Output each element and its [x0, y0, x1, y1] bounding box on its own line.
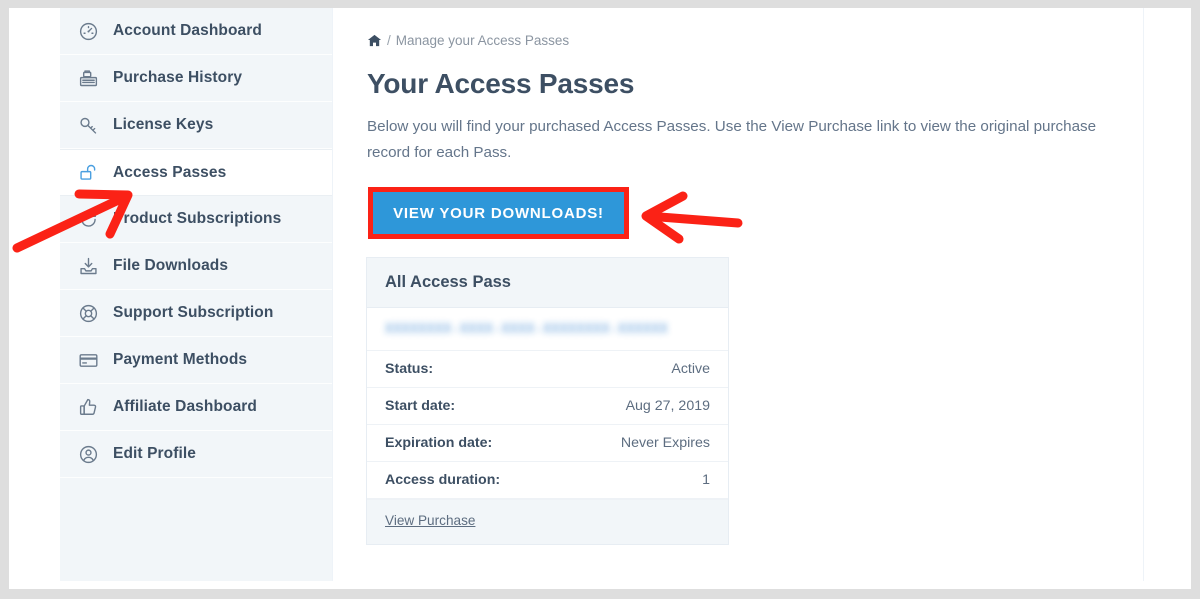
redacted-pass-key: XXXXXXXX-XXXX-XXXX-XXXXXXXX-XXXXXX	[385, 322, 668, 337]
key-icon	[78, 115, 99, 136]
sidebar-item-label: Support Subscription	[113, 304, 273, 322]
pass-detail-row: Access duration: 1	[367, 462, 728, 499]
sidebar-item-label: Purchase History	[113, 69, 242, 87]
access-pass-card-title: All Access Pass	[367, 258, 728, 308]
page-title: Your Access Passes	[367, 68, 1113, 100]
access-pass-detail-rows: Status: Active Start date: Aug 27, 2019 Expi…	[367, 351, 728, 499]
sidebar-item-label: Account Dashboard	[113, 22, 262, 40]
sidebar-item-support-subscription[interactable]: Support Subscription	[60, 290, 332, 337]
intro-paragraph: Below you will find your purchased Acces…	[367, 114, 1107, 166]
pass-detail-value: 1	[702, 472, 710, 488]
sidebar-item-license-keys[interactable]: License Keys	[60, 102, 332, 149]
sidebar-item-label: Product Subscriptions	[113, 210, 281, 228]
sidebar-item-affiliate-dashboard[interactable]: Affiliate Dashboard	[60, 384, 332, 431]
unlock-icon	[78, 162, 99, 183]
sidebar-item-access-passes[interactable]: Access Passes	[60, 149, 332, 196]
breadcrumb-separator: /	[387, 33, 391, 48]
pass-detail-row: Start date: Aug 27, 2019	[367, 388, 728, 425]
pass-detail-key: Access duration:	[385, 472, 500, 488]
sidebar-item-account-dashboard[interactable]: Account Dashboard	[60, 8, 332, 55]
pass-detail-key: Start date:	[385, 398, 455, 414]
screenshot-frame: Account Dashboard Purchase History License…	[0, 0, 1200, 599]
breadcrumb: / Manage your Access Passes	[367, 30, 1113, 50]
refresh-icon	[78, 209, 99, 230]
pass-detail-value: Never Expires	[621, 435, 710, 451]
pass-detail-key: Status:	[385, 361, 433, 377]
sidebar-item-product-subscriptions[interactable]: Product Subscriptions	[60, 196, 332, 243]
downloads-button-highlight-box: VIEW YOUR DOWNLOADS!	[368, 187, 629, 239]
pass-detail-value: Aug 27, 2019	[626, 398, 710, 414]
page-root: Account Dashboard Purchase History License…	[9, 8, 1191, 589]
sidebar-item-label: Access Passes	[113, 164, 226, 182]
sidebar-item-label: License Keys	[113, 116, 213, 134]
account-sidebar: Account Dashboard Purchase History License…	[60, 8, 332, 581]
breadcrumb-current: Manage your Access Passes	[396, 33, 569, 48]
sidebar-item-label: Payment Methods	[113, 351, 247, 369]
access-pass-card: All Access Pass XXXXXXXX-XXXX-XXXX-XXXXX…	[366, 257, 729, 545]
cash-register-icon	[78, 68, 99, 89]
sidebar-item-label: Edit Profile	[113, 445, 196, 463]
gauge-icon	[78, 21, 99, 42]
pass-detail-value: Active	[671, 361, 710, 377]
view-purchase-link[interactable]: View Purchase	[385, 513, 475, 528]
user-circle-icon	[78, 444, 99, 465]
sidebar-item-label: File Downloads	[113, 257, 228, 275]
pass-detail-row: Expiration date: Never Expires	[367, 425, 728, 462]
lifebuoy-icon	[78, 303, 99, 324]
download-icon	[78, 256, 99, 277]
home-icon[interactable]	[367, 33, 382, 48]
access-pass-card-footer: View Purchase	[367, 499, 728, 544]
view-your-downloads-button[interactable]: VIEW YOUR DOWNLOADS!	[373, 192, 624, 234]
sidebar-item-edit-profile[interactable]: Edit Profile	[60, 431, 332, 478]
sidebar-item-purchase-history[interactable]: Purchase History	[60, 55, 332, 102]
credit-card-icon	[78, 350, 99, 371]
pass-detail-row: Status: Active	[367, 351, 728, 388]
access-pass-key-row: XXXXXXXX-XXXX-XXXX-XXXXXXXX-XXXXXX	[367, 308, 728, 351]
sidebar-item-payment-methods[interactable]: Payment Methods	[60, 337, 332, 384]
sidebar-item-label: Affiliate Dashboard	[113, 398, 257, 416]
sidebar-item-file-downloads[interactable]: File Downloads	[60, 243, 332, 290]
pass-detail-key: Expiration date:	[385, 435, 492, 451]
thumbs-up-icon	[78, 397, 99, 418]
